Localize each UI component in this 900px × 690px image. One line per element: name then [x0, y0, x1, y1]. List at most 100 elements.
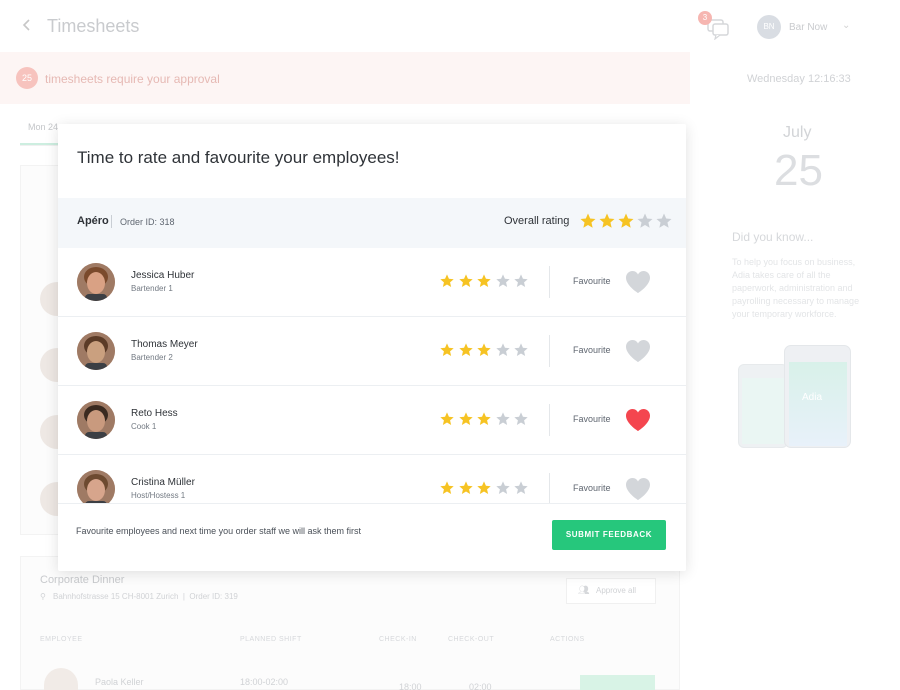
star-filled-icon[interactable] [458, 480, 474, 496]
star-filled-icon[interactable] [476, 342, 492, 358]
did-you-know-title: Did you know... [732, 230, 814, 244]
approval-count-badge: 25 [16, 67, 38, 89]
approval-text: timesheets require your approval [45, 72, 220, 86]
star-empty-icon[interactable] [513, 273, 529, 289]
employee-row: Jessica Huber Bartender 1 Favourite [58, 248, 686, 317]
favourite-label: Favourite [573, 414, 611, 424]
star-filled-icon[interactable] [439, 480, 455, 496]
chevron-left-icon[interactable] [22, 18, 36, 34]
avatar[interactable]: BN [757, 15, 781, 39]
divider [549, 335, 550, 367]
employee-list: Jessica Huber Bartender 1 Favourite Thomas … [58, 248, 686, 503]
order-title: Corporate Dinner [40, 574, 125, 586]
employee-row: Cristina Müller Host/Hostess 1 Favourite [58, 455, 686, 503]
employee-role: Bartender 2 [131, 353, 173, 362]
star-filled-icon[interactable] [458, 411, 474, 427]
avatar [77, 332, 115, 370]
heart-icon[interactable] [624, 269, 652, 295]
avatar [77, 401, 115, 439]
column-header: ACTIONS [550, 636, 585, 643]
star-filled-icon[interactable] [439, 411, 455, 427]
heart-filled-icon[interactable] [624, 407, 652, 433]
employee-name: Paola Keller [95, 677, 144, 687]
submit-feedback-button[interactable]: SUBMIT FEEDBACK [552, 520, 666, 550]
star-empty-icon[interactable] [495, 480, 511, 496]
divider [549, 266, 550, 298]
order-name: Apéro [77, 215, 109, 227]
chevron-down-icon[interactable]: ⌄ [842, 20, 850, 31]
did-you-know-text: To help you focus on business, Adia take… [732, 257, 860, 319]
star-filled-icon[interactable] [439, 273, 455, 289]
star-empty-icon[interactable] [655, 212, 673, 230]
favourite-label: Favourite [573, 345, 611, 355]
location-pin-icon: ⚲ [40, 592, 46, 601]
employee-role: Cook 1 [131, 422, 157, 431]
employee-rating-stars[interactable] [439, 273, 532, 289]
footer-note: Favourite employees and next time you or… [76, 526, 361, 536]
employee-name: Jessica Huber [131, 270, 195, 281]
employee-name: Reto Hess [131, 408, 178, 419]
current-datetime: Wednesday 12:16:33 [747, 73, 851, 85]
users-icon: 👥︎ [578, 585, 590, 595]
phone-screen [789, 362, 847, 446]
star-filled-icon[interactable] [439, 342, 455, 358]
divider [111, 215, 112, 228]
star-empty-icon[interactable] [495, 411, 511, 427]
column-header: CHECK-OUT [448, 636, 495, 643]
rating-modal: Time to rate and favourite your employee… [58, 124, 686, 571]
favourite-label: Favourite [573, 483, 611, 493]
star-filled-icon[interactable] [617, 212, 635, 230]
star-empty-icon[interactable] [513, 411, 529, 427]
column-header: CHECK-IN [379, 636, 417, 643]
order-address: Bahnhofstrasse 15 CH-8001 Zurich | Order… [53, 592, 238, 601]
star-empty-icon[interactable] [495, 273, 511, 289]
adia-logo: Adia [802, 392, 823, 403]
employee-role: Host/Hostess 1 [131, 491, 186, 500]
check-in-time: 18:00 [399, 682, 422, 690]
star-filled-icon[interactable] [476, 273, 492, 289]
employee-name: Thomas Meyer [131, 339, 198, 350]
divider [549, 473, 550, 503]
heart-icon[interactable] [624, 476, 652, 502]
star-filled-icon[interactable] [458, 342, 474, 358]
calendar-day: 25 [774, 146, 823, 195]
check-out-time: 02:00 [469, 682, 492, 690]
star-filled-icon[interactable] [579, 212, 597, 230]
star-filled-icon[interactable] [476, 480, 492, 496]
divider [549, 404, 550, 436]
user-name[interactable]: Bar Now [789, 22, 827, 33]
modal-title: Time to rate and favourite your employee… [77, 148, 400, 167]
star-empty-icon[interactable] [513, 342, 529, 358]
tab-day[interactable]: Mon 24 [28, 122, 58, 132]
star-empty-icon[interactable] [513, 480, 529, 496]
overall-rating-label: Overall rating [504, 215, 570, 227]
calendar-month: July [783, 124, 812, 141]
avatar [77, 470, 115, 503]
star-empty-icon[interactable] [495, 342, 511, 358]
employee-rating-stars[interactable] [439, 480, 532, 496]
order-id: Order ID: 318 [120, 217, 175, 227]
approve-button[interactable] [580, 675, 655, 690]
star-filled-icon[interactable] [476, 411, 492, 427]
employee-row: Reto Hess Cook 1 Favourite [58, 386, 686, 455]
notification-badge: 3 [698, 11, 712, 25]
phone-screen [742, 378, 784, 444]
star-filled-icon[interactable] [458, 273, 474, 289]
star-filled-icon[interactable] [598, 212, 616, 230]
employee-name: Cristina Müller [131, 477, 195, 488]
star-empty-icon[interactable] [636, 212, 654, 230]
column-header: EMPLOYEE [40, 636, 83, 643]
top-bar: Timesheets 3 BN Bar Now ⌄ [0, 0, 900, 52]
planned-shift: 18:00-02:00 [240, 677, 289, 687]
overall-rating-stars[interactable] [579, 212, 674, 235]
order-summary: Apéro Order ID: 318 Overall rating [58, 198, 686, 248]
heart-icon[interactable] [624, 338, 652, 364]
employee-rating-stars[interactable] [439, 411, 532, 427]
employee-role: Bartender 1 [131, 284, 173, 293]
avatar [77, 263, 115, 301]
modal-footer: Favourite employees and next time you or… [58, 503, 686, 571]
approve-all-label: Approve all [596, 586, 637, 595]
page-title: Timesheets [47, 16, 140, 36]
column-header: PLANNED SHIFT [240, 636, 302, 643]
employee-rating-stars[interactable] [439, 342, 532, 358]
